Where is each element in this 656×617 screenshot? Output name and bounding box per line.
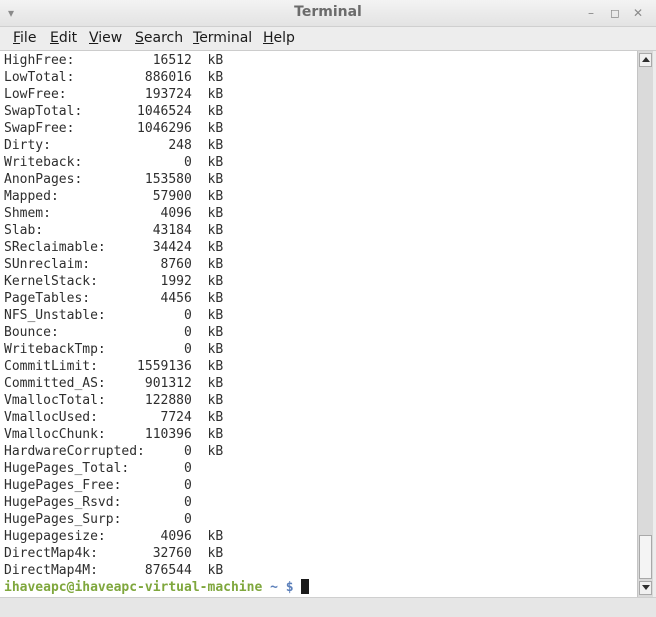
output-line: SReclaimable: 34424 kB xyxy=(4,240,224,255)
prompt-path: ~ $ xyxy=(262,580,294,595)
text-cursor xyxy=(301,579,310,594)
output-line: Mapped: 57900 kB xyxy=(4,189,224,204)
title-bar[interactable]: ▾ Terminal – ◻ ✕ xyxy=(0,0,656,27)
menu-view-label: iew xyxy=(98,30,123,46)
menu-file-mnemonic: F xyxy=(13,30,21,46)
output-line: Shmem: 4096 kB xyxy=(4,206,224,221)
menu-view[interactable]: View xyxy=(89,29,122,47)
menu-help-label: elp xyxy=(273,30,295,46)
output-line: Hugepagesize: 4096 kB xyxy=(4,529,224,544)
output-line: PageTables: 4456 kB xyxy=(4,291,224,306)
output-line: KernelStack: 1992 kB xyxy=(4,274,224,289)
menu-terminal[interactable]: Terminal xyxy=(193,29,252,47)
scroll-down-button[interactable] xyxy=(639,581,652,595)
prompt-line[interactable]: ihaveapc@ihaveapc-virtual-machine ~ $ xyxy=(4,579,310,596)
output-line: Committed_AS: 901312 kB xyxy=(4,376,224,391)
output-line: WritebackTmp: 0 kB xyxy=(4,342,224,357)
prompt-input[interactable] xyxy=(294,580,302,595)
arrow-up-icon xyxy=(642,57,650,62)
output-line: HighFree: 16512 kB xyxy=(4,53,224,68)
menu-file-label: ile xyxy=(20,30,37,46)
output-line: VmallocChunk: 110396 kB xyxy=(4,427,224,442)
output-line: CommitLimit: 1559136 kB xyxy=(4,359,224,374)
output-line: SwapTotal: 1046524 kB xyxy=(4,104,224,119)
vertical-scrollbar[interactable] xyxy=(637,51,653,597)
menu-edit-mnemonic: E xyxy=(50,30,59,46)
menu-search-mnemonic: S xyxy=(135,30,144,46)
output-line: DirectMap4k: 32760 kB xyxy=(4,546,224,561)
output-line: LowFree: 193724 kB xyxy=(4,87,224,102)
menu-search-label: earch xyxy=(143,30,184,46)
output-line: Dirty: 248 kB xyxy=(4,138,224,153)
minimize-icon[interactable]: – xyxy=(588,5,594,21)
terminal-window: ▾ Terminal – ◻ ✕ File Edit View Search T… xyxy=(0,0,656,617)
output-line: VmallocUsed: 7724 kB xyxy=(4,410,224,425)
terminal-output[interactable]: HighFree: 16512 kB LowTotal: 886016 kB L… xyxy=(0,51,637,597)
output-line: HardwareCorrupted: 0 kB xyxy=(4,444,224,459)
output-line: DirectMap4M: 876544 kB xyxy=(4,563,224,578)
menu-help[interactable]: Help xyxy=(263,29,295,47)
scrollbar-thumb[interactable] xyxy=(639,535,652,579)
menu-file[interactable]: File xyxy=(13,29,36,47)
close-icon[interactable]: ✕ xyxy=(633,5,643,21)
window-bottom-edge xyxy=(0,597,656,617)
menu-terminal-label: erminal xyxy=(199,30,253,46)
menu-edit-label: dit xyxy=(58,30,78,46)
output-line: HugePages_Free: 0 xyxy=(4,478,192,493)
menu-bar: File Edit View Search Terminal Help xyxy=(0,27,656,51)
window-title: Terminal xyxy=(294,4,362,20)
output-line: HugePages_Surp: 0 xyxy=(4,512,192,527)
output-line: HugePages_Rsvd: 0 xyxy=(4,495,192,510)
output-line: Slab: 43184 kB xyxy=(4,223,224,238)
output-line: LowTotal: 886016 kB xyxy=(4,70,224,85)
scroll-up-button[interactable] xyxy=(639,53,652,67)
prompt-user-host: ihaveapc@ihaveapc-virtual-machine xyxy=(4,580,263,595)
menu-search[interactable]: Search xyxy=(135,29,183,47)
output-line: Writeback: 0 kB xyxy=(4,155,224,170)
maximize-icon[interactable]: ◻ xyxy=(610,5,620,21)
menu-edit[interactable]: Edit xyxy=(50,29,77,47)
arrow-down-icon xyxy=(642,585,650,590)
output-line: HugePages_Total: 0 xyxy=(4,461,192,476)
output-line: Bounce: 0 kB xyxy=(4,325,224,340)
menu-help-mnemonic: H xyxy=(263,30,274,46)
output-line: NFS_Unstable: 0 kB xyxy=(4,308,224,323)
output-line: VmallocTotal: 122880 kB xyxy=(4,393,224,408)
output-line: SwapFree: 1046296 kB xyxy=(4,121,224,136)
output-line: AnonPages: 153580 kB xyxy=(4,172,224,187)
menu-view-mnemonic: V xyxy=(89,30,99,46)
output-line: SUnreclaim: 8760 kB xyxy=(4,257,224,272)
